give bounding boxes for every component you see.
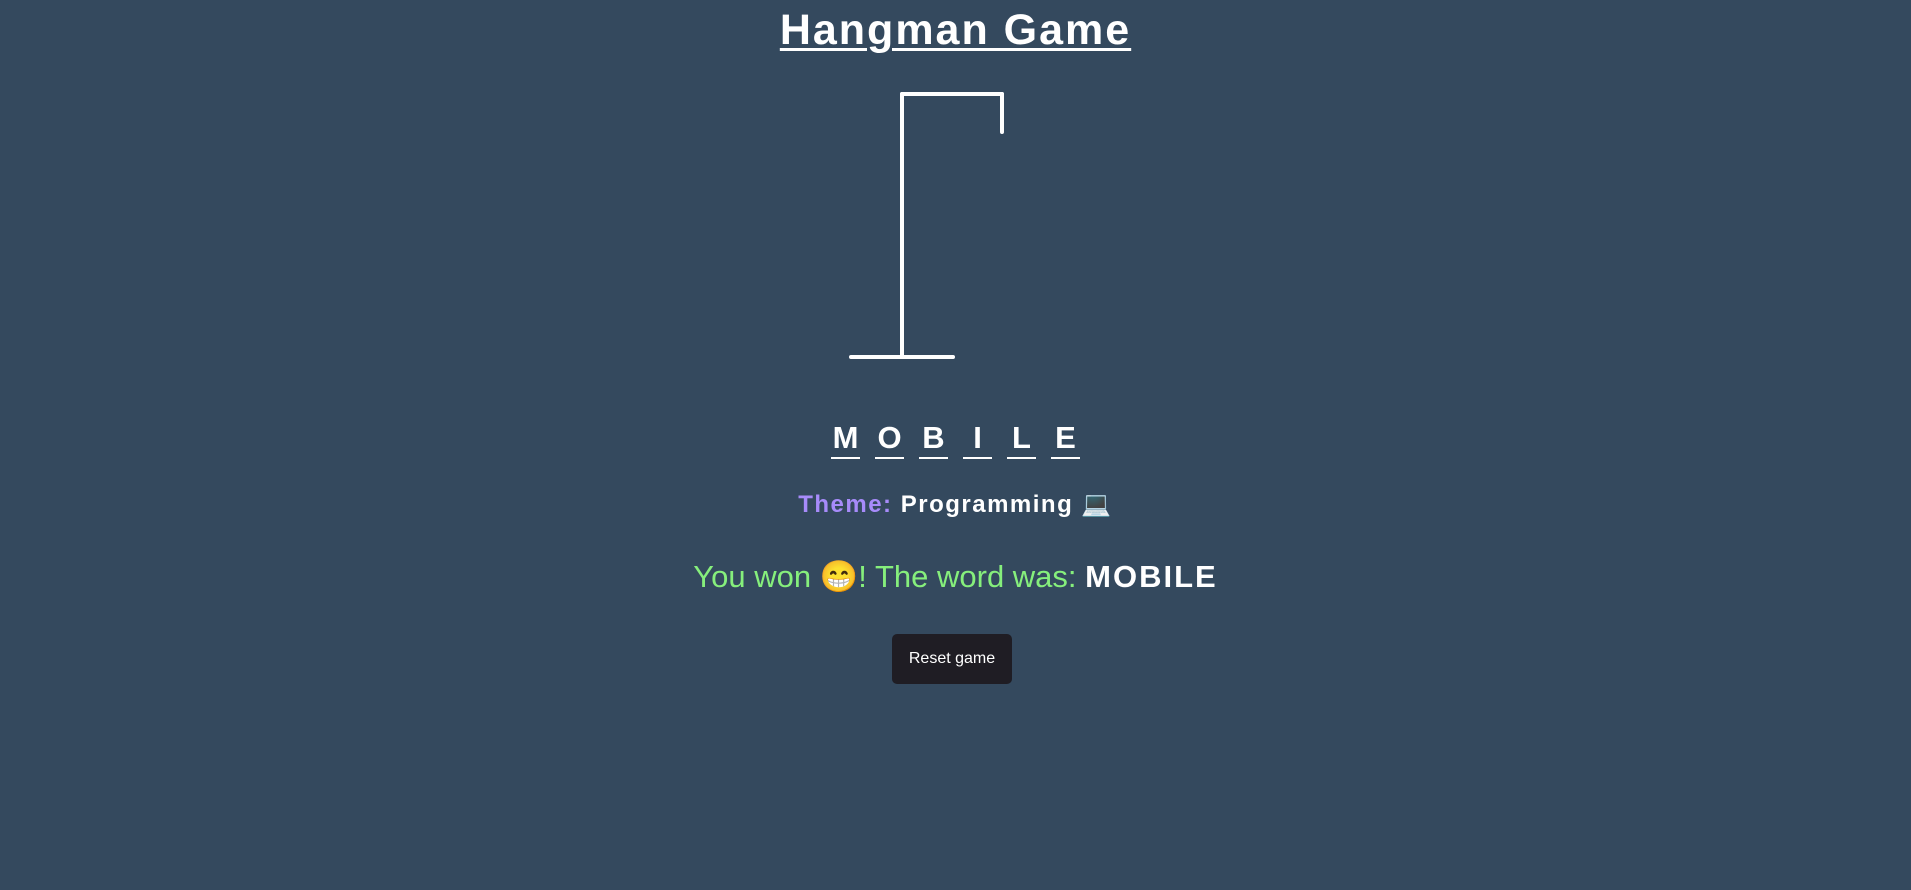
letter-slot: E [1051,420,1080,459]
letter-slot: I [963,420,992,459]
result-middle: ! The word was: [858,559,1077,594]
grinning-face-icon: 😁 [819,559,859,594]
gallows-drawing [849,92,1004,359]
result-message: You won 😁! The word was: MOBILE [0,558,1911,595]
hangman-page: Hangman Game M O B I L E Theme: Programm… [0,0,1911,890]
theme-label: Theme: [798,491,893,518]
page-title: Hangman Game [779,6,1132,54]
letter-slot: O [875,420,904,459]
letter-slot: M [831,420,860,459]
result-prefix: You won [693,559,812,594]
theme-value: Programming [900,491,1074,518]
reset-game-button[interactable]: Reset game [892,634,1012,684]
theme-line: Theme: Programming 💻 [0,490,1911,519]
word-display: M O B I L E [0,420,1911,459]
laptop-icon: 💻 [1081,491,1113,518]
letter-slot: B [919,420,948,459]
letter-slot: L [1007,420,1036,459]
result-word: MOBILE [1085,559,1218,594]
